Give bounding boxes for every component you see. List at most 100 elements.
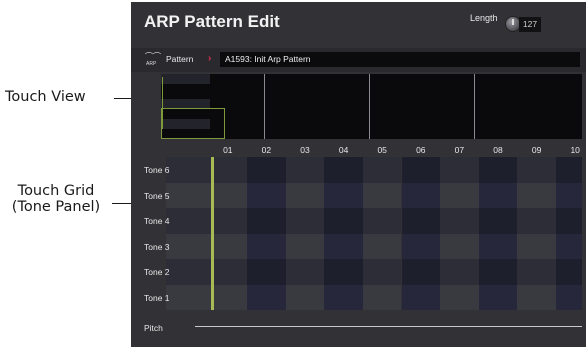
grid-cell[interactable] xyxy=(208,157,248,183)
grid-cell[interactable] xyxy=(362,182,402,208)
grid-cell[interactable] xyxy=(208,259,248,285)
tone-label: Tone 4 xyxy=(144,216,170,226)
grid-cell[interactable] xyxy=(285,259,325,285)
grid-cell[interactable] xyxy=(517,284,556,310)
grid-cell[interactable] xyxy=(285,182,325,208)
length-label: Length xyxy=(470,13,498,23)
grid-cell[interactable] xyxy=(401,259,441,285)
grid-cell[interactable] xyxy=(440,157,479,183)
grid-cell[interactable] xyxy=(208,233,248,259)
grid-row-label-cell xyxy=(166,208,209,234)
touch-view-viewport-edge xyxy=(162,77,163,129)
grid-cell[interactable] xyxy=(478,182,518,208)
grid-cell[interactable] xyxy=(401,284,441,310)
column-number: 08 xyxy=(493,145,503,155)
grid-row-label-cell xyxy=(166,284,209,310)
grid-cell[interactable] xyxy=(285,208,325,234)
page-title: ARP Pattern Edit xyxy=(144,12,280,31)
grid-row-label-cell xyxy=(166,259,209,285)
touch-view-divider xyxy=(474,74,475,139)
grid-cell[interactable] xyxy=(440,259,479,285)
grid-cell[interactable] xyxy=(208,284,248,310)
grid-cell[interactable] xyxy=(324,259,363,285)
callout-touch-view: Touch View xyxy=(5,89,86,105)
grid-cell[interactable] xyxy=(401,182,441,208)
grid-cell[interactable] xyxy=(362,157,402,183)
grid-cell[interactable] xyxy=(362,284,402,310)
pattern-row: ⌒⌒ ARP Pattern › A1593: Init Arp Pattern xyxy=(131,48,586,72)
column-number: 02 xyxy=(261,145,272,155)
column-number: 09 xyxy=(531,145,542,155)
playhead[interactable] xyxy=(211,157,214,310)
column-number: 03 xyxy=(300,145,310,155)
column-number: 05 xyxy=(377,145,387,155)
pattern-label: Pattern xyxy=(166,54,194,64)
grid-cell[interactable] xyxy=(324,157,363,183)
grid-cell[interactable] xyxy=(517,157,556,183)
grid-cell[interactable] xyxy=(247,284,286,310)
grid-cell[interactable] xyxy=(555,182,582,208)
grid-cell[interactable] xyxy=(440,208,479,234)
touch-view[interactable] xyxy=(161,74,582,139)
length-value[interactable]: 127 xyxy=(519,17,541,32)
column-number: 10 xyxy=(570,145,580,155)
grid-cell[interactable] xyxy=(478,233,518,259)
grid-cell[interactable] xyxy=(324,284,363,310)
grid-cell[interactable] xyxy=(208,182,248,208)
grid-cell[interactable] xyxy=(285,157,325,183)
column-number: 07 xyxy=(454,145,465,155)
grid-cell[interactable] xyxy=(517,259,556,285)
callout-touch-grid-line1: Touch Grid xyxy=(17,183,95,199)
pitch-line[interactable] xyxy=(195,326,582,327)
grid-cell[interactable] xyxy=(555,208,582,234)
grid-cell[interactable] xyxy=(324,182,363,208)
callout-touch-grid: Touch Grid (Tone Panel) xyxy=(0,183,112,215)
grid-cell[interactable] xyxy=(362,259,402,285)
grid-cell[interactable] xyxy=(555,259,582,285)
pitch-label: Pitch xyxy=(144,323,163,333)
grid-cell[interactable] xyxy=(517,233,556,259)
grid-cell[interactable] xyxy=(517,208,556,234)
grid-cell[interactable] xyxy=(478,259,518,285)
grid-cell[interactable] xyxy=(478,157,518,183)
touch-view-viewport[interactable] xyxy=(161,108,225,139)
grid-cell[interactable] xyxy=(247,259,286,285)
grid-cell[interactable] xyxy=(362,208,402,234)
callout-touch-grid-line2: (Tone Panel) xyxy=(11,199,101,215)
grid-cell[interactable] xyxy=(440,182,479,208)
grid-cell[interactable] xyxy=(401,233,441,259)
grid-cell[interactable] xyxy=(478,208,518,234)
grid-cell[interactable] xyxy=(208,208,248,234)
chevron-right-icon[interactable]: › xyxy=(208,53,211,64)
tone-label: Tone 2 xyxy=(144,267,170,277)
grid-row-label-cell xyxy=(166,182,209,208)
arp-icon: ⌒⌒ ARP xyxy=(145,52,161,68)
grid-cell[interactable] xyxy=(555,157,582,183)
touch-grid[interactable] xyxy=(166,157,582,310)
grid-cell[interactable] xyxy=(401,157,441,183)
grid-cell[interactable] xyxy=(285,233,325,259)
touch-view-divider xyxy=(264,74,265,139)
grid-row-label-cell xyxy=(166,233,209,259)
grid-cell[interactable] xyxy=(555,284,582,310)
grid-cell[interactable] xyxy=(440,284,479,310)
grid-cell[interactable] xyxy=(247,157,286,183)
grid-cell[interactable] xyxy=(247,182,286,208)
grid-cell[interactable] xyxy=(555,233,582,259)
tone-label: Tone 6 xyxy=(144,165,170,175)
grid-cell[interactable] xyxy=(401,208,441,234)
grid-cell[interactable] xyxy=(247,233,286,259)
tone-label: Tone 1 xyxy=(144,292,170,303)
pattern-name-field[interactable]: A1593: Init Arp Pattern xyxy=(220,52,580,67)
arp-icon-text: ARP xyxy=(146,61,157,67)
grid-cell[interactable] xyxy=(247,208,286,234)
grid-cell[interactable] xyxy=(517,182,556,208)
grid-cell[interactable] xyxy=(285,284,325,310)
grid-cell[interactable] xyxy=(362,233,402,259)
grid-cell[interactable] xyxy=(324,208,363,234)
grid-cell[interactable] xyxy=(324,233,363,259)
column-number: 01 xyxy=(223,145,233,155)
grid-cell[interactable] xyxy=(478,284,518,310)
touch-view-divider xyxy=(369,74,370,139)
grid-cell[interactable] xyxy=(440,233,479,259)
